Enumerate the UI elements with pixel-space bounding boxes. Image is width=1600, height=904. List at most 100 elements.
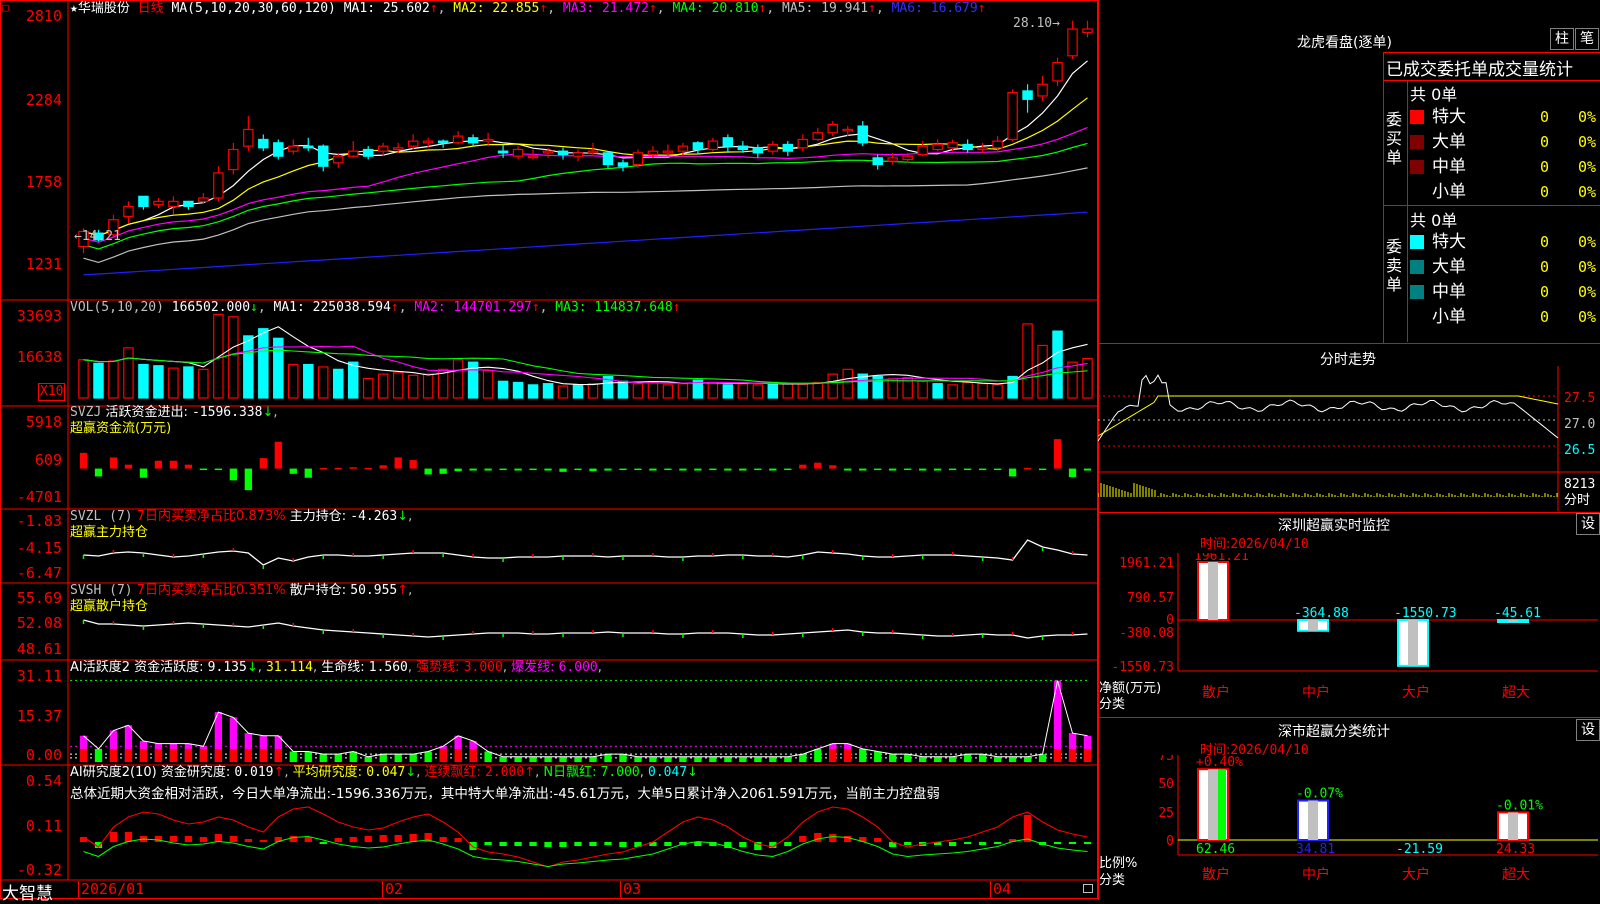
ai1-bar	[484, 751, 492, 762]
date-tick: 02	[382, 881, 403, 897]
volume-bar	[947, 384, 958, 399]
svzj-bar	[1053, 439, 1062, 469]
monitor-settings-button[interactable]: 设	[1576, 513, 1600, 535]
star-icon[interactable]: ★	[70, 1, 78, 16]
svzj-arrow: ↓	[262, 405, 274, 420]
ai1-bar	[619, 754, 627, 762]
svzj-bar	[829, 465, 837, 469]
candle-body	[737, 145, 749, 151]
candle-body	[932, 143, 943, 151]
ai1-bar	[1038, 754, 1047, 762]
intraday-avg-line	[1098, 395, 1559, 437]
svzj-bar	[589, 468, 597, 472]
ai1-bar	[664, 756, 672, 762]
sell-row-swatch	[1410, 285, 1424, 299]
ai2-bar	[544, 842, 552, 847]
candle-body	[213, 172, 224, 199]
candle-body	[422, 140, 434, 144]
candle-body	[752, 147, 764, 154]
vol-header: VOL(5,10,20) 166502.000↓, MA1: 225038.59…	[70, 300, 681, 315]
svsh-sub: 超赢散户持仓	[70, 599, 149, 614]
ai1-tick: 15.37	[16, 707, 62, 725]
candle-body	[872, 157, 883, 166]
candle	[872, 154, 883, 170]
column-view-button[interactable]: 柱	[1550, 28, 1574, 50]
intraday-chart[interactable]	[1098, 366, 1600, 511]
ai1-bar	[694, 756, 702, 762]
volume-bar	[1067, 361, 1078, 399]
svzj-bar	[229, 468, 237, 481]
ai1-value3: 1.560	[368, 660, 408, 675]
classify-chart[interactable]: 75 50 25 0 +0.40% 62.46 散户 -0.07% 34.81 中户 -21.59 大…	[1098, 755, 1600, 900]
candle	[303, 137, 314, 152]
ai1-tick: 0.00	[25, 746, 62, 764]
volume-bar	[1022, 323, 1033, 399]
svzj-bar	[169, 460, 178, 469]
ma-values: MA1: 25.602↑, MA2: 22.855↑, MA3: 21.472↑…	[344, 1, 986, 16]
candle	[1037, 75, 1048, 101]
candle	[767, 141, 779, 155]
ma-sep: ,	[656, 1, 665, 16]
candle	[692, 141, 704, 155]
svzj-bar	[1038, 468, 1047, 471]
ai1-bar	[948, 756, 957, 762]
svzj-bar	[484, 468, 492, 471]
vol-ma-value-3: MA3: 114837.648	[547, 300, 673, 315]
ai2-bar	[589, 842, 597, 846]
buy-row-swatch	[1410, 185, 1424, 199]
svzj-bar	[79, 452, 88, 469]
candle	[198, 192, 209, 204]
dragon-header: 已成交委托单成交量统计	[1386, 60, 1573, 80]
svzj-bar	[274, 441, 282, 469]
svsh-label: 散户持仓:	[289, 583, 347, 598]
svzj-bar	[259, 458, 267, 469]
classify-settings-button[interactable]: 设	[1576, 719, 1600, 741]
monitor-category-label: 中户	[1302, 684, 1330, 701]
svzj-bar	[289, 468, 297, 474]
svzj-bar	[993, 468, 1002, 471]
svzj-bar	[1083, 468, 1092, 471]
monitor-tick: -380.08	[1119, 626, 1174, 641]
svzj-bar	[469, 468, 477, 471]
svsh-arrow: ↑	[397, 583, 409, 598]
sell-row-qty: 0	[1540, 283, 1550, 301]
ai1-bar	[784, 756, 792, 762]
lock-icon[interactable]	[1083, 884, 1093, 893]
candle-body	[992, 140, 1003, 149]
ai2-bar	[499, 842, 507, 846]
svzj-sub: 超赢资金流(万元)	[70, 421, 172, 436]
buy-row-qty: 0	[1540, 158, 1550, 176]
monitor-tick: 1961.21	[1119, 556, 1174, 571]
ai2-bar	[514, 842, 522, 846]
ai2-arrow2: ↓	[405, 765, 417, 780]
candle-body	[782, 143, 794, 152]
svzj-bar	[574, 468, 582, 471]
monitor-chart[interactable]: 1961.21790.570-380.08-1550.731961.21散户-3…	[1098, 553, 1600, 718]
ai2-bar	[829, 834, 837, 842]
ai1-bar-base	[184, 748, 193, 762]
stock-name[interactable]: 华瑞股份	[78, 1, 130, 16]
svzl-label: 主力持仓:	[289, 509, 347, 524]
candle	[168, 196, 179, 215]
ai1-bar	[1008, 756, 1017, 762]
svzj-bar	[364, 467, 372, 470]
tick-view-button[interactable]: 笔	[1575, 28, 1599, 50]
ai2-bar	[484, 842, 492, 845]
volume-bar	[228, 316, 239, 399]
ma-line-6	[83, 211, 1088, 276]
classify-tick: 25	[1158, 806, 1174, 821]
volume-bar	[183, 366, 194, 399]
svzj-bar	[709, 468, 717, 471]
vol-ma-values: MA1: 225038.594↑, MA2: 144701.297↑, MA3:…	[274, 300, 681, 315]
candle-body	[842, 128, 853, 132]
svzl-tick: -4.15	[16, 539, 62, 557]
volume-bar	[527, 384, 539, 399]
ai1-bar-base	[244, 748, 252, 762]
period-label[interactable]: 日线	[138, 1, 164, 16]
candle	[917, 141, 928, 157]
volume-bar	[452, 359, 464, 399]
svzj-bar	[649, 468, 657, 471]
ai1-bar	[754, 756, 762, 762]
ai1-bar	[634, 756, 642, 762]
volume-bar	[258, 328, 269, 399]
